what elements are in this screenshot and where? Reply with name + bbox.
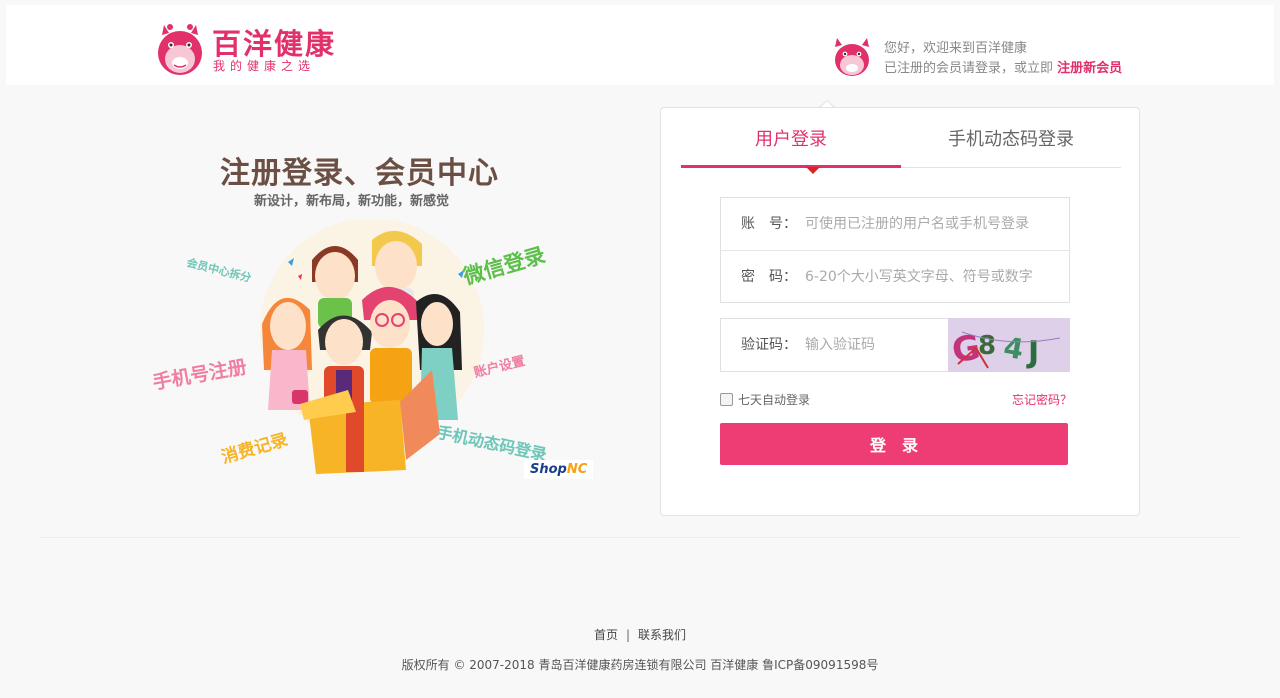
captcha-label: 验证码：: [741, 337, 797, 353]
welcome-greeting: 您好，欢迎来到百洋健康: [884, 41, 1028, 56]
login-panel: 用户登录 手机动态码登录 账 号： 密 码： 验证码： G 8 4 J: [660, 107, 1140, 516]
footer-divider: [40, 537, 1240, 538]
forgot-password-link[interactable]: 忘记密码？: [1012, 391, 1072, 408]
site-header: 百洋健康 我的健康之选 您好，欢迎来到百洋健康 已注册的会员请登录，或立即 注册…: [6, 5, 1274, 85]
site-logo[interactable]: 百洋健康 我的健康之选: [156, 17, 346, 77]
camel-mascot-icon: [835, 38, 869, 76]
shopnc-watermark: ShopNC: [524, 460, 594, 479]
captcha-graphic: G 8 4 J: [948, 318, 1070, 372]
welcome-prompt: 已注册的会员请登录，或立即 注册新会员: [884, 57, 1122, 76]
active-tab-indicator: [806, 167, 820, 174]
camel-mascot-icon: [158, 24, 202, 75]
shopnc-part-b: NC: [566, 462, 588, 477]
promo-title: 注册登录、会员中心: [220, 156, 499, 191]
copyright-text: 版权所有 © 2007-2018 青岛百洋健康药房连锁有限公司 百洋健康 鲁IC…: [401, 658, 879, 672]
footer-links: 首页 | 联系我们: [0, 626, 1280, 643]
remember-label: 七天自动登录: [738, 393, 811, 407]
login-tabs: 用户登录 手机动态码登录: [681, 108, 1121, 174]
password-input[interactable]: [805, 263, 1055, 291]
footer-separator: |: [625, 628, 631, 642]
register-link[interactable]: 注册新会员: [1057, 61, 1122, 76]
captcha-char-4: J: [1026, 335, 1039, 370]
account-row: 账 号：: [721, 198, 1069, 250]
welcome-box: 您好，欢迎来到百洋健康 已注册的会员请登录，或立即 注册新会员: [832, 35, 1162, 79]
tab-user-login[interactable]: 用户登录: [681, 108, 901, 168]
footer-home-link[interactable]: 首页: [594, 628, 618, 642]
password-row: 密 码：: [721, 250, 1069, 302]
person-figure: [312, 246, 358, 328]
account-label: 账 号：: [741, 216, 797, 232]
captcha-group: 验证码： G 8 4 J: [720, 318, 1070, 372]
login-button[interactable]: 登录: [720, 423, 1068, 465]
promo-banner: 注册登录、会员中心 新设计，新布局，新功能，新感觉 会员中心拆分 微信登录 手机…: [140, 140, 600, 500]
captcha-image[interactable]: G 8 4 J: [948, 318, 1070, 372]
footer-contact-link[interactable]: 联系我们: [638, 628, 686, 642]
shopnc-part-a: Shop: [530, 462, 567, 477]
password-label: 密 码：: [741, 269, 797, 285]
credentials-group: 账 号： 密 码：: [720, 197, 1070, 303]
account-input[interactable]: [805, 210, 1055, 238]
remember-checkbox[interactable]: [720, 393, 733, 406]
promo-subtitle: 新设计，新布局，新功能，新感觉: [254, 194, 450, 209]
person-figure: [262, 297, 312, 410]
captcha-input[interactable]: [805, 331, 935, 359]
logo-slogan: 我的健康之选: [213, 59, 316, 73]
welcome-prompt-text: 已注册的会员请登录，或立即: [884, 61, 1054, 76]
tab-sms-login[interactable]: 手机动态码登录: [901, 108, 1121, 168]
